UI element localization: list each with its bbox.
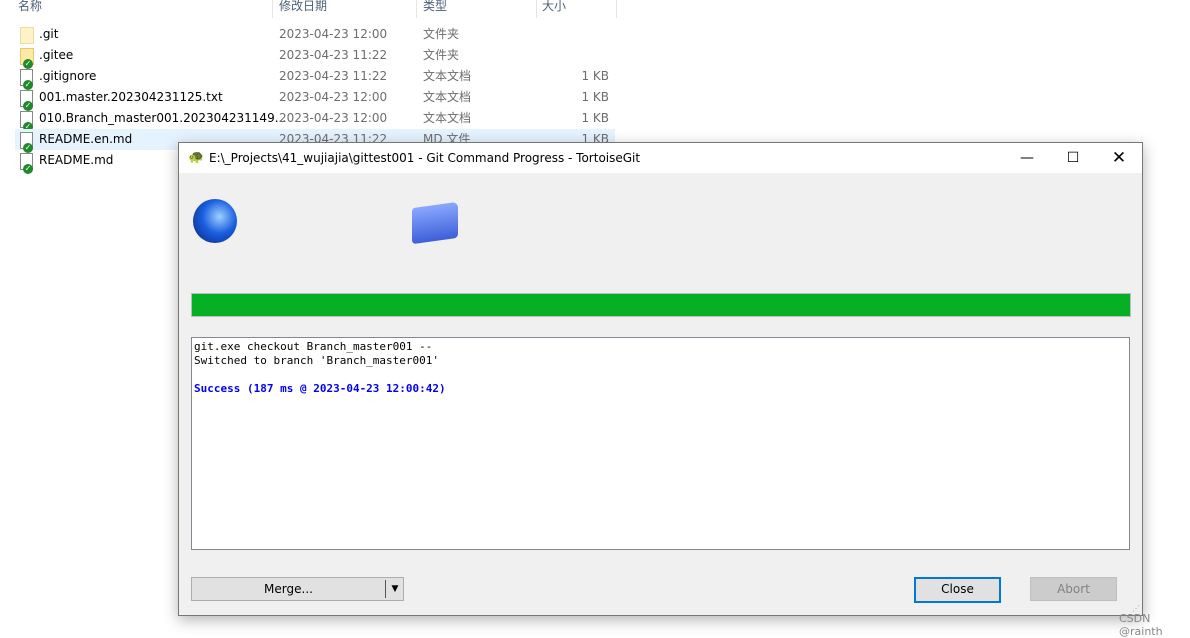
file-type: 文件夹 bbox=[423, 48, 460, 62]
column-date[interactable]: 修改日期 bbox=[279, 0, 327, 17]
column-size[interactable]: 大小 bbox=[542, 0, 566, 17]
file-name: .git bbox=[39, 27, 59, 41]
file-git-ok-icon: ✓ bbox=[20, 111, 33, 132]
file-size: 1 KB bbox=[581, 69, 609, 83]
file-name: .gitignore bbox=[39, 69, 97, 83]
file-git-ok-icon: ✓ bbox=[20, 69, 33, 90]
folder-git-ok-icon: ✓ bbox=[20, 48, 34, 69]
close-window-button[interactable]: ✕ bbox=[1096, 143, 1142, 173]
file-date: 2023-04-23 12:00 bbox=[279, 111, 388, 125]
file-size: 1 KB bbox=[581, 90, 609, 104]
merge-button[interactable]: Merge... bbox=[192, 578, 385, 600]
file-row[interactable]: .git 2023-04-23 12:00 文件夹 bbox=[15, 24, 615, 45]
abort-button: Abort bbox=[1030, 577, 1117, 601]
tortoisegit-icon: 🐢 bbox=[188, 150, 205, 165]
column-name[interactable]: 名称 bbox=[18, 0, 42, 17]
output-log[interactable]: git.exe checkout Branch_master001 -- Swi… bbox=[191, 337, 1130, 550]
file-name: README.en.md bbox=[39, 132, 133, 146]
file-name: .gitee bbox=[39, 48, 74, 62]
progress-bar bbox=[191, 293, 1131, 317]
log-success-line: Success (187 ms @ 2023-04-23 12:00:42) bbox=[194, 382, 446, 395]
file-date: 2023-04-23 12:00 bbox=[279, 27, 388, 41]
file-name: README.md bbox=[39, 153, 114, 167]
column-divider[interactable] bbox=[416, 0, 417, 18]
folder-plain-icon bbox=[20, 27, 34, 44]
file-name: 010.Branch_master001.202304231149... bbox=[39, 111, 287, 125]
progress-fill bbox=[192, 294, 1130, 316]
git-progress-dialog: 🐢 E:\_Projects\41_wujiajia\gittest001 - … bbox=[178, 142, 1143, 616]
dropdown-divider bbox=[385, 580, 386, 598]
file-row[interactable]: ✓ .gitee 2023-04-23 11:22 文件夹 bbox=[15, 45, 615, 69]
file-type: 文本文档 bbox=[423, 69, 472, 83]
column-divider[interactable] bbox=[616, 0, 617, 18]
log-line: git.exe checkout Branch_master001 -- bbox=[194, 340, 433, 353]
column-type[interactable]: 类型 bbox=[423, 0, 447, 17]
file-date: 2023-04-23 12:00 bbox=[279, 90, 388, 104]
close-button[interactable]: Close bbox=[914, 577, 1001, 603]
file-date: 2023-04-23 11:22 bbox=[279, 48, 388, 62]
file-type: 文本文档 bbox=[423, 90, 472, 104]
globe-icon bbox=[193, 199, 237, 243]
file-git-ok-icon: ✓ bbox=[20, 90, 33, 111]
file-name: 001.master.202304231125.txt bbox=[39, 90, 223, 104]
merge-split-button[interactable]: Merge... ▼ bbox=[191, 577, 404, 601]
file-row[interactable]: ✓ 010.Branch_master001.202304231149... 2… bbox=[15, 108, 615, 132]
folder-icon bbox=[412, 201, 458, 245]
title-bar[interactable]: 🐢 E:\_Projects\41_wujiajia\gittest001 - … bbox=[179, 143, 1142, 173]
file-size: 1 KB bbox=[581, 111, 609, 125]
column-divider[interactable] bbox=[536, 0, 537, 18]
column-divider[interactable] bbox=[272, 0, 273, 18]
log-line: Switched to branch 'Branch_master001' bbox=[194, 354, 440, 367]
file-row[interactable]: ✓ .gitignore 2023-04-23 11:22 文本文档 1 KB bbox=[15, 66, 615, 90]
file-type: 文件夹 bbox=[423, 27, 460, 41]
file-git-ok-icon: ✓ bbox=[20, 132, 33, 153]
file-date: 2023-04-23 11:22 bbox=[279, 69, 388, 83]
file-git-ok-icon: ✓ bbox=[20, 153, 33, 174]
file-row[interactable]: ✓ 001.master.202304231125.txt 2023-04-23… bbox=[15, 87, 615, 111]
maximize-button[interactable]: ☐ bbox=[1050, 143, 1096, 173]
window-title: E:\_Projects\41_wujiajia\gittest001 - Gi… bbox=[209, 151, 641, 165]
git-ok-overlay-icon: ✓ bbox=[23, 164, 33, 174]
watermark: CSDN @rainth bbox=[1119, 612, 1163, 638]
file-type: 文本文档 bbox=[423, 111, 472, 125]
minimize-button[interactable]: — bbox=[1004, 143, 1050, 173]
chevron-down-icon[interactable]: ▼ bbox=[388, 578, 402, 600]
